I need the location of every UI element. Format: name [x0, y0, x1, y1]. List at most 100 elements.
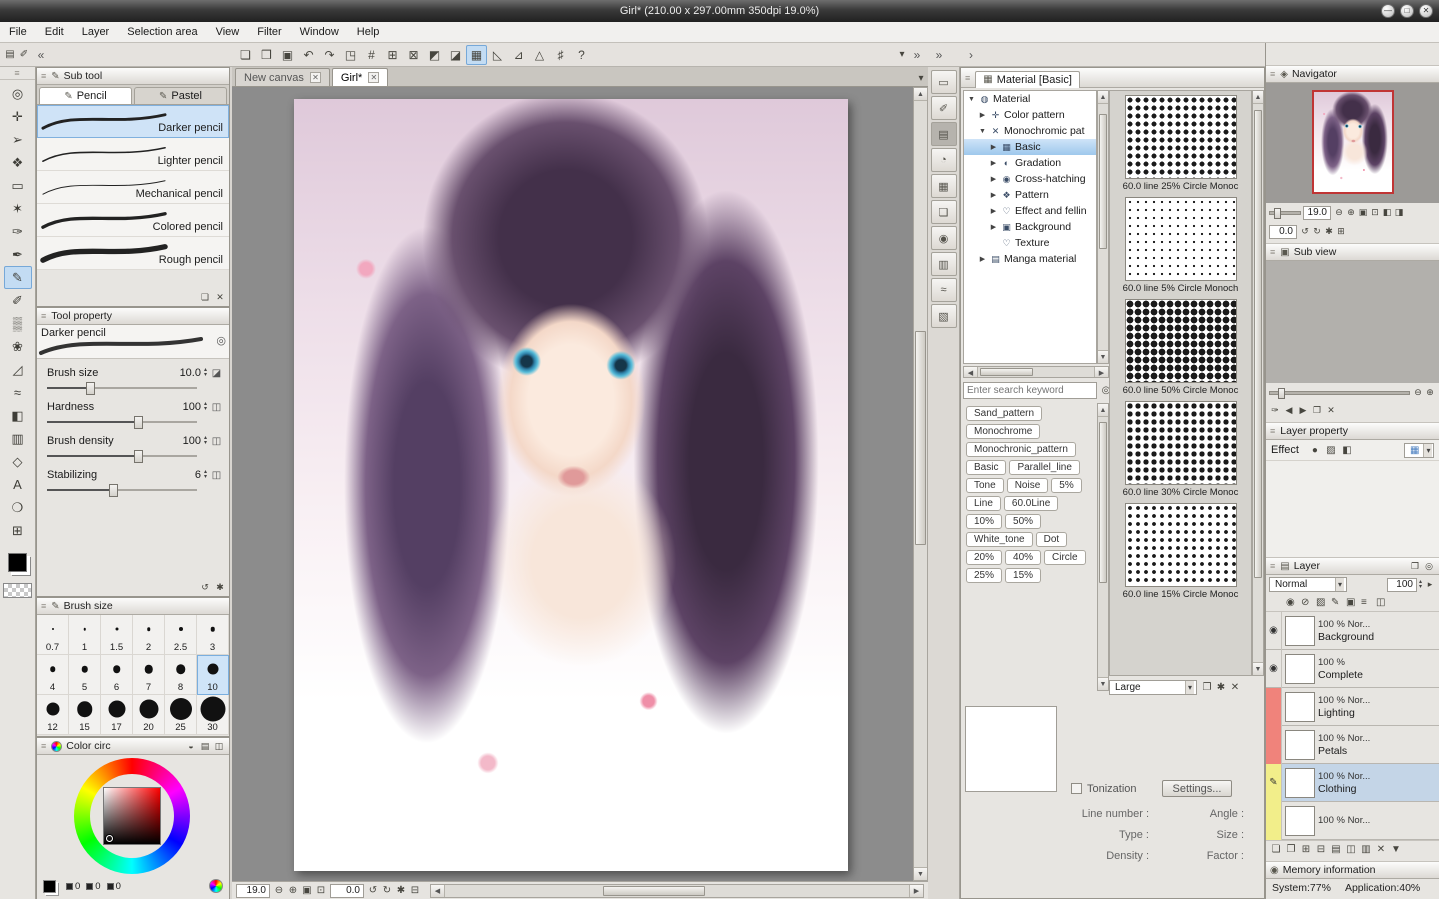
color-slider-tab-icon[interactable]: ▤ [199, 740, 211, 753]
material-tag-button[interactable]: Basic [966, 460, 1006, 475]
brush-size-cell[interactable]: 12 [37, 695, 69, 735]
layer-color-icon[interactable]: ◧ [1340, 442, 1354, 458]
collapsed-tool-palette[interactable]: ▭ [931, 70, 957, 94]
material-tree-item[interactable]: ▶ ▦ Basic [964, 139, 1096, 155]
snap-grid-icon[interactable]: ▦ [466, 45, 487, 65]
property-slider[interactable] [47, 451, 197, 457]
reset-display-icon[interactable]: ⊞ [1335, 225, 1347, 238]
current-color-swatch[interactable] [43, 880, 56, 893]
navigator-rotation-value[interactable]: 0.0 [1269, 225, 1297, 239]
property-slider[interactable] [47, 417, 197, 423]
material-tag-button[interactable]: Noise [1007, 478, 1049, 493]
tree-expand-arrow[interactable]: ▶ [978, 111, 987, 119]
fit-to-screen-icon[interactable]: ▣ [1357, 206, 1369, 219]
delete-layer-icon[interactable]: ✕ [1374, 842, 1388, 858]
expand-material-button[interactable]: › [963, 47, 979, 63]
brush-size-cell[interactable]: 6 [101, 655, 133, 695]
layer-mask-icon[interactable]: ◫ [1374, 595, 1388, 611]
Petals[interactable]: 100 % Nor... Petals [1266, 726, 1439, 764]
subtool-item[interactable]: Lighter pencil [37, 138, 229, 171]
material-tag-button[interactable]: Parallel_line [1009, 460, 1079, 475]
tone-effect-icon[interactable]: ▨ [1324, 442, 1338, 458]
close-tab-icon[interactable]: ✕ [310, 72, 321, 83]
undo-icon[interactable]: ↶ [298, 45, 319, 65]
material-search-input[interactable] [963, 382, 1097, 399]
material-tree-item[interactable]: ▶ ♡ Effect and fellin [964, 203, 1096, 219]
flip-horizontal-icon[interactable]: ◧ [1381, 206, 1393, 219]
material-tag-button[interactable]: White_tone [966, 532, 1033, 547]
material-item[interactable]: 60.0 line 15% Circle Monoc [1110, 503, 1251, 600]
material-settings-icon[interactable]: ✱ [1214, 679, 1228, 695]
eyedropper-toggle-icon[interactable]: ✑ [1269, 404, 1281, 417]
toolbar-overflow-icon[interactable]: ▾ [895, 47, 909, 63]
material-list-scrollbar[interactable]: ▲ ▼ [1252, 90, 1264, 676]
scrollbar-thumb[interactable] [603, 886, 705, 896]
scroll-down-icon[interactable]: ▼ [1253, 662, 1263, 675]
delete-material-icon[interactable]: ✕ [1228, 679, 1242, 695]
material-tree-item[interactable]: ▶ ✛ Color pattern [964, 107, 1096, 123]
tool-palette-grip[interactable]: ≡ [0, 67, 35, 80]
material-tree-item[interactable]: ▶ ◐ Gradation [964, 155, 1096, 171]
property-value[interactable]: 10.0 [171, 367, 201, 379]
property-slider[interactable] [47, 485, 197, 491]
close-button[interactable]: ✕ [1419, 4, 1433, 18]
tree-expand-arrow[interactable]: ▶ [978, 255, 987, 263]
layer-opacity-value[interactable]: 100 [1387, 578, 1417, 592]
property-value[interactable]: 100 [171, 401, 201, 413]
layer-visibility-cell[interactable] [1266, 726, 1282, 764]
thumbnail-size-dropdown[interactable]: Large ▾ [1109, 680, 1197, 695]
subtool-panel-header[interactable]: ≡ ✎ Sub tool [37, 68, 229, 85]
expand-panel-icon[interactable]: ▸ [1424, 578, 1436, 591]
material-tag-button[interactable]: Circle [1044, 550, 1086, 565]
auto-select-tool[interactable]: ✶ [4, 197, 32, 220]
brush-size-header[interactable]: ≡ ✎ Brush size [37, 598, 229, 615]
create-mask-icon[interactable]: ◫ [1344, 842, 1358, 858]
material-tree-item[interactable]: ▶ ◉ Cross-hatching [964, 171, 1096, 187]
tree-expand-arrow[interactable]: ▶ [989, 143, 998, 151]
rotate-right-icon[interactable]: ↻ [1311, 225, 1323, 238]
property-stepper[interactable]: ▴▾ [204, 402, 207, 412]
tree-expand-arrow[interactable]: ▶ [989, 175, 998, 183]
layer-move-tool[interactable]: ❖ [4, 151, 32, 174]
scroll-right-icon[interactable]: ▶ [909, 885, 923, 897]
material-item[interactable]: 60.0 line 50% Circle Monoc [1110, 299, 1251, 396]
select-remove-icon[interactable]: ⊠ [403, 45, 424, 65]
material-tab[interactable]: ▦ Material [Basic] [975, 71, 1080, 88]
property-slider[interactable] [47, 383, 197, 389]
color-wheel[interactable] [37, 755, 229, 877]
snap-angle-icon[interactable]: ♯ [550, 45, 571, 65]
memory-panel-header[interactable]: ◉ Memory information [1266, 861, 1439, 879]
eraser-tool[interactable]: ◿ [4, 358, 32, 381]
layer-name[interactable]: Clothing [1318, 783, 1370, 795]
material-tag-button[interactable]: 20% [966, 550, 1002, 565]
flip-view-icon[interactable]: ⊟ [408, 883, 422, 899]
zoom-in-icon[interactable]: ⊕ [286, 883, 300, 899]
brush-size-cell[interactable]: 2 [133, 615, 165, 655]
layer-property-header[interactable]: ≡ Layer property [1266, 422, 1439, 440]
layer-search-icon[interactable]: ◎ [1423, 560, 1435, 573]
tree-expand-arrow[interactable]: ▶ [989, 191, 998, 199]
scroll-down-icon[interactable]: ▼ [1098, 677, 1108, 690]
brush-size-cell[interactable]: 7 [133, 655, 165, 695]
layer-visibility-cell[interactable]: ◉ [1266, 612, 1282, 650]
subtool-item[interactable]: Rough pencil [37, 237, 229, 270]
layer-visibility-cell[interactable] [1266, 688, 1282, 726]
workspace-icon[interactable]: ▤ [3, 47, 17, 63]
apply-mask-icon[interactable]: ▤ [1329, 842, 1343, 858]
brush-size-cell[interactable]: 10 [197, 655, 229, 695]
menu-item[interactable]: Filter [248, 22, 290, 43]
balloon-tool[interactable]: ❍ [4, 496, 32, 519]
snap-special-ruler-icon[interactable]: △ [529, 45, 550, 65]
canvas-tab[interactable]: Girl* ✕ [332, 68, 388, 86]
color-marker[interactable] [106, 835, 113, 842]
menu-item[interactable]: Window [291, 22, 348, 43]
menu-item[interactable]: Edit [36, 22, 73, 43]
reset-tool-icon[interactable]: ↺ [199, 581, 211, 594]
collapsed-subtool-palette[interactable]: ✐ [931, 96, 957, 120]
zoom-in-icon[interactable]: ⊕ [1345, 206, 1357, 219]
transfer-down-icon[interactable]: ⊞ [1299, 842, 1313, 858]
color-mixer-icon[interactable] [209, 879, 223, 893]
select-add-icon[interactable]: ⊞ [382, 45, 403, 65]
move-tool[interactable]: ✛ [4, 105, 32, 128]
Background[interactable]: ◉ 100 % Nor... Background [1266, 612, 1439, 650]
